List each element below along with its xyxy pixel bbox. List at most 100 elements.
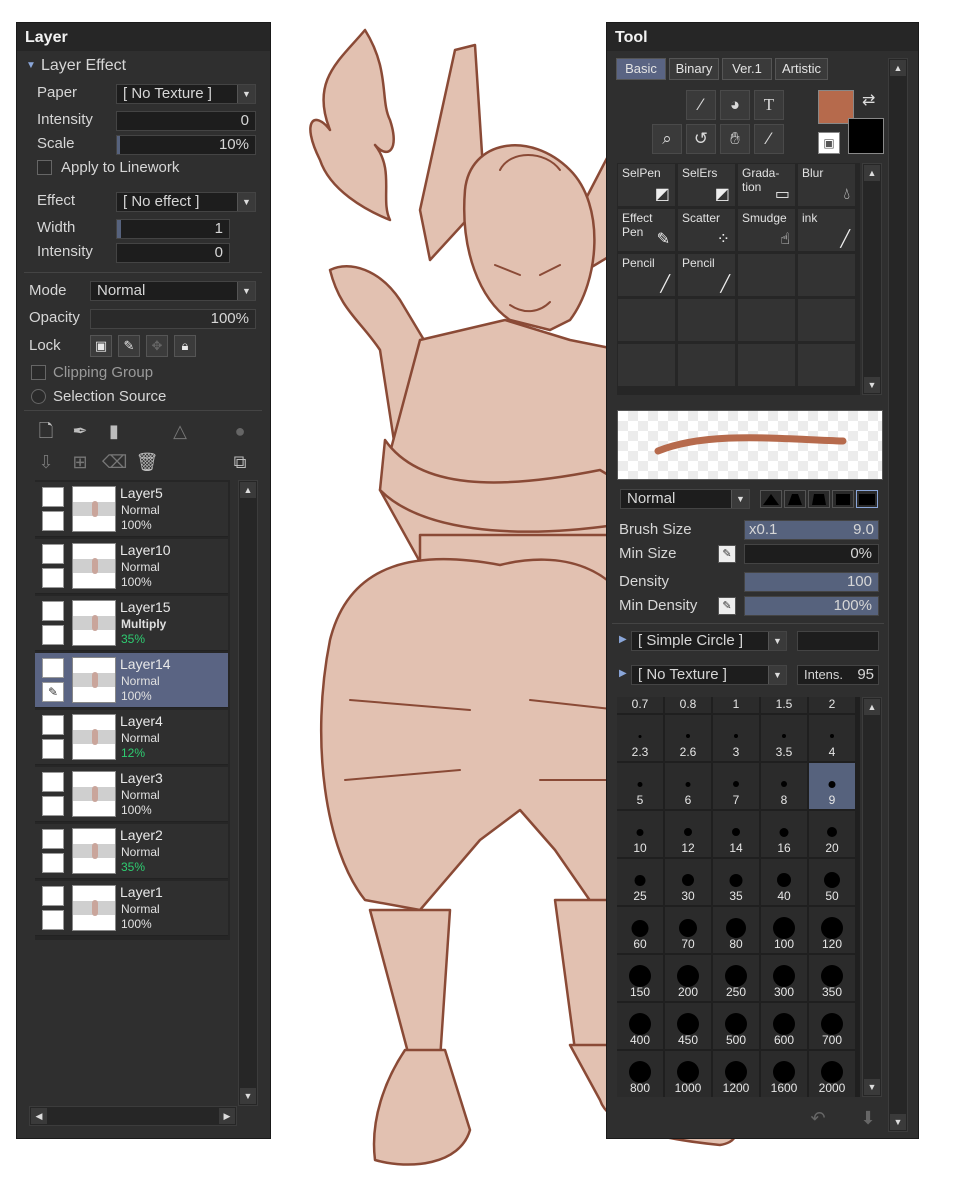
tool-slot[interactable] (737, 253, 796, 297)
scroll-right-icon[interactable]: ▶ (219, 1108, 235, 1124)
lock-move-icon[interactable]: ✥ (146, 335, 168, 357)
lock-transparency-icon[interactable]: ▣ (90, 335, 112, 357)
brush-size-cell[interactable]: 2.6 (665, 715, 712, 762)
tool-slot-blur[interactable]: Blur 💧︎ (797, 163, 856, 207)
tool-slot[interactable] (797, 253, 856, 297)
opacity-slider[interactable]: 100% (90, 309, 256, 329)
brush-shape-select[interactable]: [ Simple Circle ] ▼ (631, 631, 787, 651)
expand-arrow-icon[interactable]: ▼ (26, 60, 36, 71)
brush-size-cell[interactable]: 400 (617, 1003, 664, 1050)
brush-size-cell[interactable]: 7 (713, 763, 760, 810)
tool-slot-ink[interactable]: ink ╱ (797, 208, 856, 252)
undo-icon[interactable]: ↶ (806, 1106, 830, 1130)
brush-size-cell[interactable]: 1.5 (761, 697, 808, 714)
brush-size-cell[interactable]: 5 (617, 763, 664, 810)
brush-size-cell[interactable]: 2.3 (617, 715, 664, 762)
brush-size-cell[interactable]: 20 (809, 811, 856, 858)
brush-size-cell[interactable]: 700 (809, 1003, 856, 1050)
clipping-group-checkbox[interactable] (31, 365, 46, 380)
min-size-pressure-icon[interactable]: ✎ (718, 545, 736, 563)
brush-size-cell[interactable]: 600 (761, 1003, 808, 1050)
brush-size-cell[interactable]: 120 (809, 907, 856, 954)
brush-size-cell[interactable]: 50 (809, 859, 856, 906)
brush-size-cell[interactable]: 450 (665, 1003, 712, 1050)
brush-size-cell[interactable]: 500 (713, 1003, 760, 1050)
min-density-pressure-icon[interactable]: ✎ (718, 597, 736, 615)
brush-size-cell[interactable]: 4 (809, 715, 856, 762)
layer-effect-header[interactable]: Layer Effect (41, 57, 126, 75)
brush-size-cell[interactable]: 3.5 (761, 715, 808, 762)
tab-basic[interactable]: Basic (616, 58, 666, 80)
brush-size-cell[interactable]: 10 (617, 811, 664, 858)
tab-artistic[interactable]: Artistic (775, 58, 828, 80)
bucket-icon[interactable]: ◕ (720, 90, 750, 120)
layer-mask-toggle[interactable] (42, 568, 64, 588)
brush-size-cell[interactable]: 16 (761, 811, 808, 858)
blend-mode-select[interactable]: Normal ▼ (620, 489, 750, 509)
text-icon[interactable]: T (754, 90, 784, 120)
lock-all-icon[interactable]: 🔒︎ (174, 335, 196, 357)
shape-soft-icon[interactable] (808, 490, 830, 508)
clear-layer-icon[interactable]: ⌫ (102, 450, 127, 474)
eyedropper-icon[interactable]: ⁄ (754, 124, 784, 154)
layer-option-icon[interactable]: ● (228, 419, 252, 443)
shape-flat-square-icon[interactable] (856, 490, 878, 508)
brush-size-cell[interactable]: 8 (761, 763, 808, 810)
tool-slot[interactable] (677, 298, 736, 342)
save-icon[interactable]: ⬇ (856, 1106, 880, 1130)
shape-flat-icon[interactable] (760, 490, 782, 508)
layer-mask-toggle[interactable] (42, 910, 64, 930)
scroll-up-icon[interactable]: ▲ (864, 165, 880, 181)
new-pen-layer-icon[interactable]: ✒ (68, 419, 92, 443)
layer-list-scrollbar[interactable]: ▲ ▼ (238, 480, 258, 1106)
merge-down-icon[interactable]: ⊞ (68, 450, 92, 474)
brush-size-cell[interactable]: 35 (713, 859, 760, 906)
brush-size-cell[interactable]: 0.7 (617, 697, 664, 714)
scroll-down-icon[interactable]: ▼ (864, 1079, 880, 1095)
tab-binary[interactable]: Binary (669, 58, 719, 80)
brush-size-cell[interactable]: 30 (665, 859, 712, 906)
brush-size-cell[interactable]: 800 (617, 1051, 664, 1097)
swap-colors-icon[interactable]: ⇄ (862, 90, 875, 110)
tool-slot-effectpen[interactable]: Effect Pen ✎ (617, 208, 676, 252)
new-folder-icon[interactable]: ▮ (102, 419, 126, 443)
brush-size-cell[interactable]: 1000 (665, 1051, 712, 1097)
scroll-down-icon[interactable]: ▼ (864, 377, 880, 393)
transparent-color-icon[interactable]: ▣ (818, 132, 840, 154)
brush-size-cell[interactable]: 70 (665, 907, 712, 954)
tool-slot-pencil[interactable]: Pencil ╱ (617, 253, 676, 297)
layer-visibility-toggle[interactable] (42, 715, 64, 735)
layer-row[interactable]: Layer3 Normal 100% (35, 767, 228, 822)
layer-mask-toggle[interactable]: ✎ (42, 682, 64, 702)
tool-slot[interactable] (797, 343, 856, 387)
scale-slider[interactable]: 10% (116, 135, 256, 155)
brush-size-cell[interactable]: 350 (809, 955, 856, 1002)
brush-size-cell[interactable]: 3 (713, 715, 760, 762)
tool-slot[interactable] (737, 298, 796, 342)
expand-arrow-icon[interactable]: ▶ (619, 668, 627, 679)
layer-visibility-toggle[interactable] (42, 601, 64, 621)
layer-mask-toggle[interactable] (42, 853, 64, 873)
layer-visibility-toggle[interactable] (42, 544, 64, 564)
brush-size-cell[interactable]: 60 (617, 907, 664, 954)
duplicate-layer-icon[interactable]: ⧉ (228, 450, 252, 474)
selection-source-radio[interactable] (31, 389, 46, 404)
texture-intensity-field[interactable]: Intens. 95 (797, 665, 879, 685)
secondary-color-swatch[interactable] (848, 118, 884, 154)
layer-mask-toggle[interactable] (42, 511, 64, 531)
layer-row[interactable]: Layer5 Normal 100% (35, 482, 228, 537)
layer-row[interactable]: Layer2 Normal 35% (35, 824, 228, 879)
tool-slot-smudge[interactable]: Smudge ☝︎ (737, 208, 796, 252)
tool-slot-selers[interactable]: SelErs ◩ (677, 163, 736, 207)
tool-slot[interactable] (797, 298, 856, 342)
expand-arrow-icon[interactable]: ▶ (619, 634, 627, 645)
brush-size-cell[interactable]: 200 (665, 955, 712, 1002)
layer-row[interactable]: Layer1 Normal 100% (35, 881, 228, 936)
tool-slot[interactable] (617, 298, 676, 342)
brush-size-cell[interactable]: 2000 (809, 1051, 856, 1097)
tool-slot[interactable] (677, 343, 736, 387)
density-slider[interactable]: 100 (744, 572, 879, 592)
layer-row[interactable]: Layer4 Normal 12% (35, 710, 228, 765)
brush-size-cell[interactable]: 1 (713, 697, 760, 714)
hand-icon[interactable]: ✋︎ (720, 124, 750, 154)
